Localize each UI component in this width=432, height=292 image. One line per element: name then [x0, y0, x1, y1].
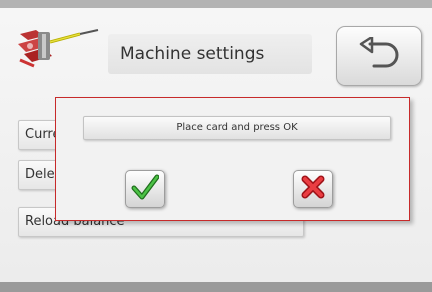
- page-title: Machine settings: [108, 34, 312, 74]
- cables-connector-icon: [14, 22, 106, 72]
- cancel-button[interactable]: [293, 170, 333, 208]
- top-bar: [0, 0, 432, 8]
- bottom-bar: [0, 282, 432, 292]
- confirm-dialog: Place card and press OK: [55, 97, 410, 221]
- ok-button[interactable]: [125, 170, 165, 208]
- undo-arrow-icon: [355, 35, 403, 75]
- red-x-icon: [300, 174, 326, 204]
- green-check-icon: [131, 174, 160, 204]
- back-button[interactable]: [336, 26, 422, 86]
- dialog-message: Place card and press OK: [83, 116, 391, 140]
